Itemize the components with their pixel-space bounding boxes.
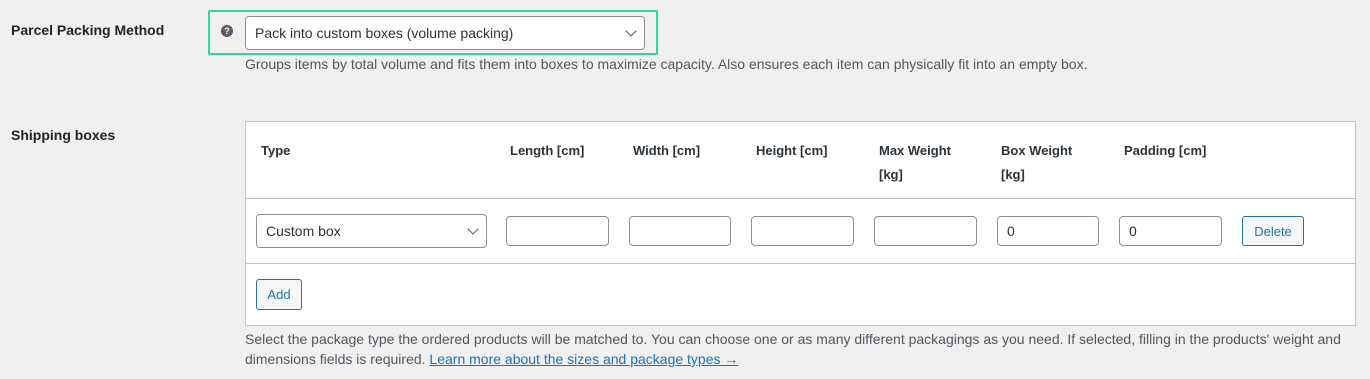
question-icon[interactable]: ?	[221, 25, 233, 37]
delete-button[interactable]: Delete	[1242, 216, 1304, 246]
row-label-packing-method: Parcel Packing Method	[11, 22, 165, 38]
footer-divider	[246, 263, 1355, 264]
header-divider	[246, 198, 1355, 199]
box-weight-input[interactable]: 0	[997, 216, 1099, 246]
chevron-down-icon	[625, 25, 637, 37]
box-type-value: Custom box	[266, 223, 341, 239]
learn-more-link[interactable]: Learn more about the sizes and package t…	[429, 351, 738, 367]
padding-input[interactable]: 0	[1119, 216, 1222, 246]
column-header-type: Type	[261, 143, 291, 158]
chevron-down-icon	[467, 223, 479, 235]
packing-method-description: Groups items by total volume and fits th…	[245, 56, 1088, 72]
row-label-shipping-boxes: Shipping boxes	[11, 127, 116, 143]
description-text: Select the package type the ordered prod…	[245, 331, 1341, 367]
add-box-button[interactable]: Add	[256, 279, 302, 310]
width-input[interactable]	[629, 216, 731, 246]
height-input[interactable]	[751, 216, 854, 246]
max-weight-input[interactable]	[874, 216, 977, 246]
column-header-width: Width [cm]	[633, 143, 701, 158]
shipping-boxes-table: Type Length [cm] Width [cm] Height [cm] …	[245, 121, 1356, 326]
column-header-padding: Padding [cm]	[1124, 143, 1207, 158]
shipping-boxes-description: Select the package type the ordered prod…	[245, 329, 1345, 369]
column-header-max-weight: Max Weight [kg]	[879, 143, 951, 182]
column-header-height: Height [cm]	[756, 143, 828, 158]
column-header-box-weight: Box Weight [kg]	[1001, 143, 1073, 182]
packing-method-select[interactable]: Pack into custom boxes (volume packing)	[245, 16, 645, 50]
packing-method-value: Pack into custom boxes (volume packing)	[255, 25, 514, 41]
length-input[interactable]	[506, 216, 609, 246]
column-header-length: Length [cm]	[510, 143, 585, 158]
box-type-select[interactable]: Custom box	[256, 214, 487, 248]
